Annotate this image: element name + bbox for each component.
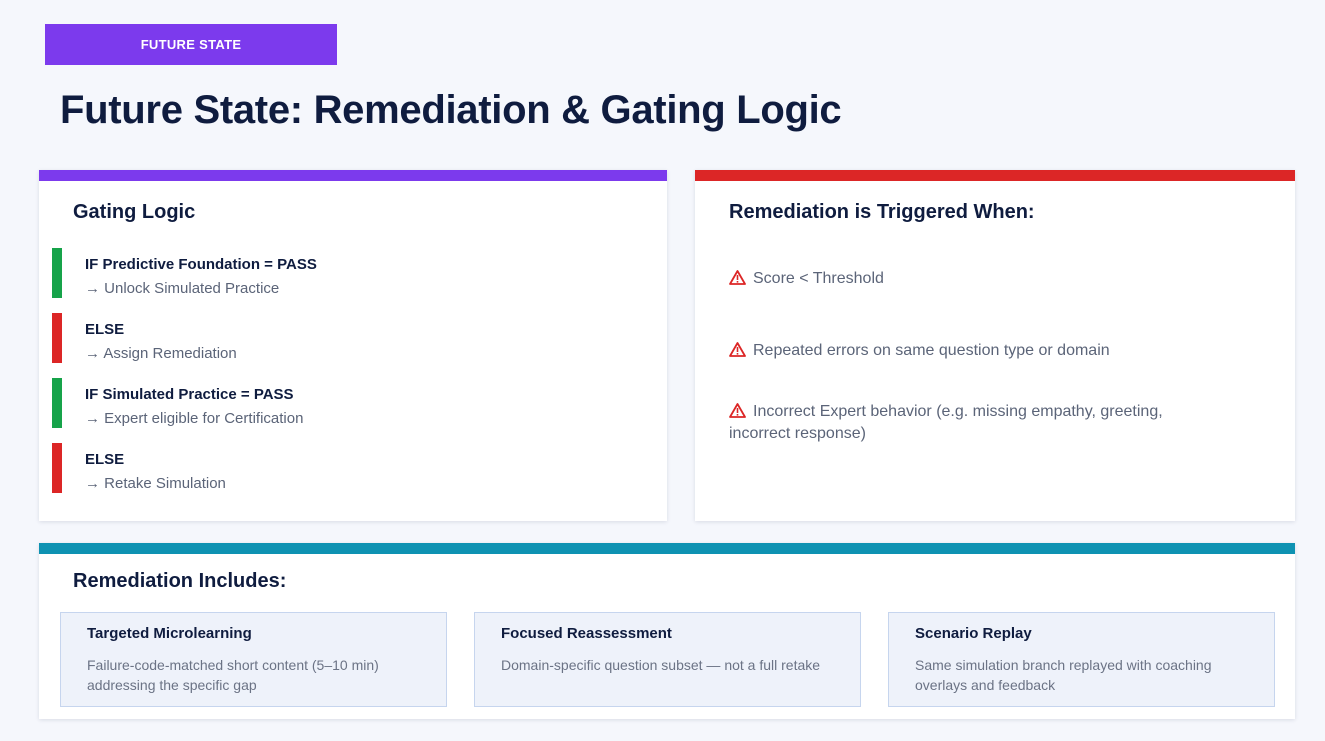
includes-accent-bar [39,543,1295,554]
gating-accent-bar [39,170,667,181]
remediation-option: Focused Reassessment Domain-specific que… [474,612,861,707]
trigger-text: Incorrect Expert behavior (e.g. missing … [729,403,1163,442]
page-title: Future State: Remediation & Gating Logic [60,88,842,132]
gating-rule: ELSE → Retake Simulation [52,443,652,493]
trigger-text: Score < Threshold [753,270,884,287]
trigger-item: Score < Threshold [729,268,1229,290]
future-state-tag: FUTURE STATE [45,24,337,65]
fail-indicator [52,443,62,493]
remediation-triggers-card: Remediation is Triggered When: Score < T… [695,170,1295,521]
remediation-includes-card: Remediation Includes: Targeted Microlear… [39,543,1295,719]
gating-result: → Expert eligible for Certification [85,410,304,427]
trigger-text: Repeated errors on same question type or… [753,342,1110,359]
option-title: Focused Reassessment [501,625,672,642]
gating-condition: ELSE [85,451,125,468]
gating-condition: IF Predictive Foundation = PASS [85,256,317,273]
gating-rule: ELSE → Assign Remediation [52,313,652,363]
option-description: Same simulation branch replayed with coa… [915,657,1212,693]
gating-rule: IF Simulated Practice = PASS → Expert el… [52,378,652,428]
warning-icon [729,342,746,357]
option-title: Scenario Replay [915,625,1032,642]
remediation-includes-title: Remediation Includes: [73,570,287,592]
warning-icon [729,403,746,418]
gating-result: → Unlock Simulated Practice [85,280,280,297]
gating-condition: IF Simulated Practice = PASS [85,386,294,403]
remediation-option: Targeted Microlearning Failure-code-matc… [60,612,447,707]
gating-logic-title: Gating Logic [73,201,196,223]
option-description: Failure-code-matched short content (5–10… [87,657,379,693]
gating-logic-card: Gating Logic IF Predictive Foundation = … [39,170,667,521]
gating-result: → Retake Simulation [85,475,226,492]
gating-rule: IF Predictive Foundation = PASS → Unlock… [52,248,652,298]
warning-icon [729,270,746,285]
gating-condition: ELSE [85,321,125,338]
remediation-accent-bar [695,170,1295,181]
remediation-option: Scenario Replay Same simulation branch r… [888,612,1275,707]
pass-indicator [52,248,62,298]
option-description: Domain-specific question subset — not a … [501,657,821,673]
pass-indicator [52,378,62,428]
gating-result: → Assign Remediation [85,345,237,362]
option-title: Targeted Microlearning [87,625,252,642]
remediation-triggers-title: Remediation is Triggered When: [729,201,1035,223]
fail-indicator [52,313,62,363]
trigger-item: Incorrect Expert behavior (e.g. missing … [729,401,1199,445]
trigger-item: Repeated errors on same question type or… [729,340,1229,362]
